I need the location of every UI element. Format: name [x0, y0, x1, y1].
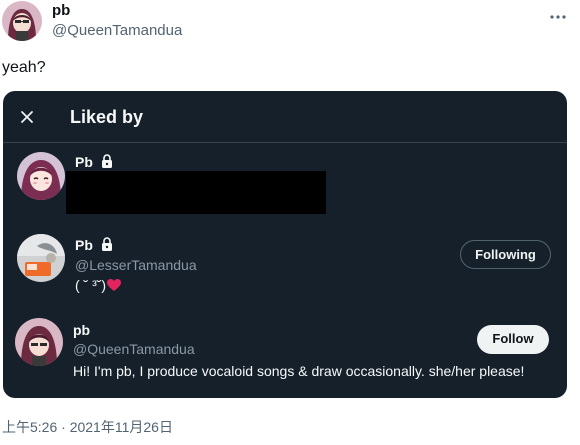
more-options-icon[interactable]	[550, 8, 566, 19]
user-name[interactable]: pb	[73, 322, 90, 338]
header-divider	[3, 142, 567, 143]
author-handle[interactable]: @QueenTamandua	[52, 22, 182, 39]
author-avatar[interactable]	[2, 1, 42, 41]
user-bio: Hi! I'm pb, I produce vocaloid songs & d…	[73, 363, 525, 379]
user-avatar[interactable]	[17, 234, 65, 282]
lock-icon	[101, 237, 113, 254]
redacted-block	[66, 171, 326, 214]
following-button[interactable]: Following	[460, 240, 551, 269]
tweet-timestamp[interactable]: 上午5:26 · 2021年11月26日	[2, 417, 173, 437]
tweet-text: yeah?	[2, 59, 46, 76]
user-avatar[interactable]	[17, 152, 65, 200]
user-name[interactable]: Pb	[75, 154, 113, 171]
user-avatar[interactable]	[15, 318, 63, 366]
close-icon[interactable]	[19, 109, 35, 125]
author-name[interactable]: pb	[52, 2, 70, 19]
user-handle[interactable]: @QueenTamandua	[73, 341, 195, 357]
follow-button[interactable]: Follow	[477, 325, 549, 354]
user-handle[interactable]: @LesserTamandua	[75, 257, 197, 273]
liked-by-card: Liked by Pb Pb @LesserTamandua (˘ ³˘) F…	[3, 91, 567, 398]
heart-icon	[107, 279, 122, 295]
user-bio: ( ˘ ³˘)	[75, 277, 122, 295]
lock-icon	[101, 154, 113, 171]
user-name[interactable]: Pb	[75, 237, 113, 254]
modal-title: Liked by	[70, 107, 144, 127]
